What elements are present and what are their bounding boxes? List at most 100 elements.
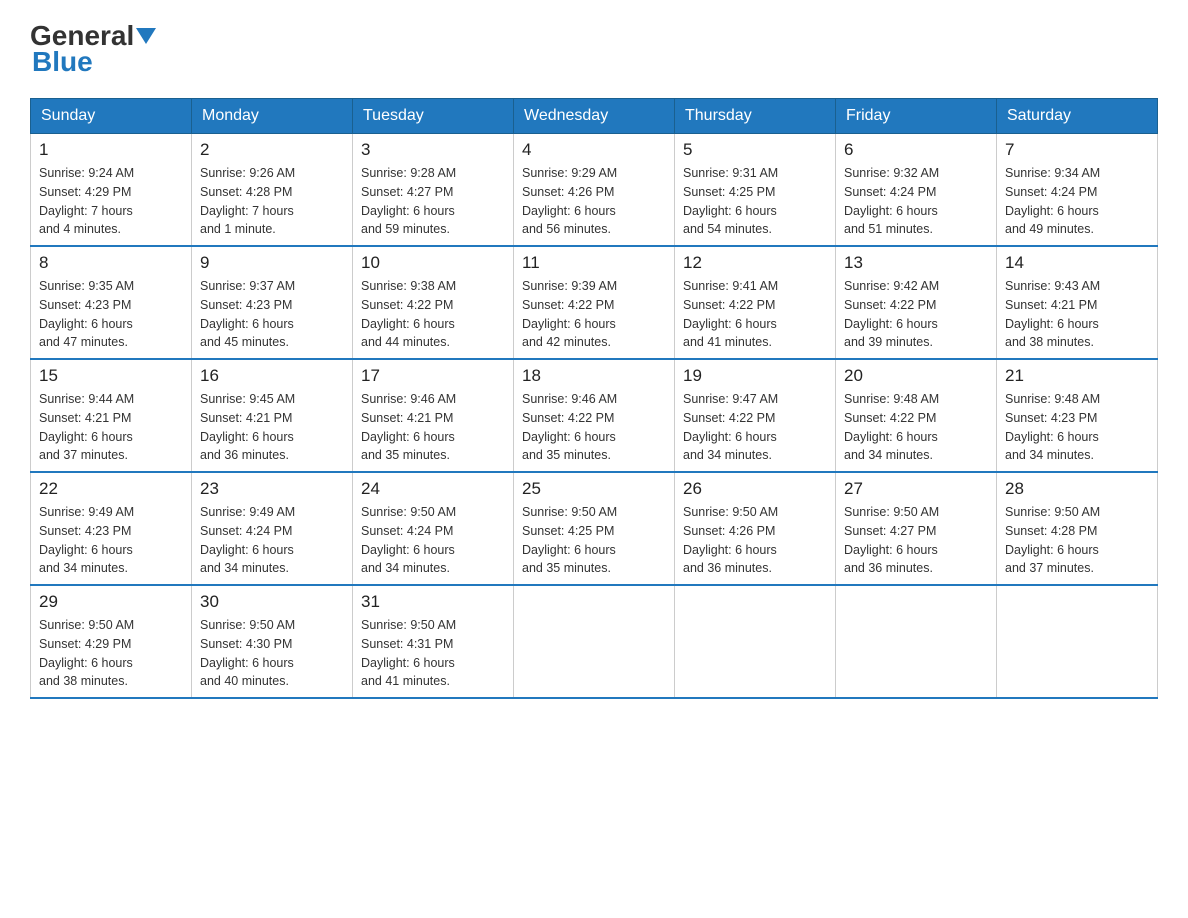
- day-number: 1: [39, 140, 183, 160]
- calendar-cell: 22 Sunrise: 9:49 AMSunset: 4:23 PMDaylig…: [31, 472, 192, 585]
- day-info: Sunrise: 9:50 AMSunset: 4:30 PMDaylight:…: [200, 616, 344, 691]
- calendar-cell: 25 Sunrise: 9:50 AMSunset: 4:25 PMDaylig…: [514, 472, 675, 585]
- day-number: 2: [200, 140, 344, 160]
- day-info: Sunrise: 9:46 AMSunset: 4:22 PMDaylight:…: [522, 390, 666, 465]
- day-info: Sunrise: 9:50 AMSunset: 4:25 PMDaylight:…: [522, 503, 666, 578]
- day-number: 14: [1005, 253, 1149, 273]
- calendar-cell: 11 Sunrise: 9:39 AMSunset: 4:22 PMDaylig…: [514, 246, 675, 359]
- calendar-cell: 6 Sunrise: 9:32 AMSunset: 4:24 PMDayligh…: [836, 134, 997, 247]
- day-number: 29: [39, 592, 183, 612]
- day-number: 7: [1005, 140, 1149, 160]
- header-thursday: Thursday: [675, 99, 836, 134]
- calendar-cell: 26 Sunrise: 9:50 AMSunset: 4:26 PMDaylig…: [675, 472, 836, 585]
- day-number: 20: [844, 366, 988, 386]
- header-tuesday: Tuesday: [353, 99, 514, 134]
- day-info: Sunrise: 9:48 AMSunset: 4:23 PMDaylight:…: [1005, 390, 1149, 465]
- day-info: Sunrise: 9:44 AMSunset: 4:21 PMDaylight:…: [39, 390, 183, 465]
- calendar-cell: 8 Sunrise: 9:35 AMSunset: 4:23 PMDayligh…: [31, 246, 192, 359]
- day-info: Sunrise: 9:49 AMSunset: 4:24 PMDaylight:…: [200, 503, 344, 578]
- header-monday: Monday: [192, 99, 353, 134]
- day-number: 9: [200, 253, 344, 273]
- calendar-cell: 19 Sunrise: 9:47 AMSunset: 4:22 PMDaylig…: [675, 359, 836, 472]
- calendar-cell: 15 Sunrise: 9:44 AMSunset: 4:21 PMDaylig…: [31, 359, 192, 472]
- day-info: Sunrise: 9:45 AMSunset: 4:21 PMDaylight:…: [200, 390, 344, 465]
- calendar-cell: 31 Sunrise: 9:50 AMSunset: 4:31 PMDaylig…: [353, 585, 514, 698]
- day-number: 16: [200, 366, 344, 386]
- logo-blue-text: Blue: [32, 46, 93, 78]
- day-info: Sunrise: 9:47 AMSunset: 4:22 PMDaylight:…: [683, 390, 827, 465]
- calendar-cell: 16 Sunrise: 9:45 AMSunset: 4:21 PMDaylig…: [192, 359, 353, 472]
- week-row-1: 1 Sunrise: 9:24 AMSunset: 4:29 PMDayligh…: [31, 134, 1158, 247]
- day-number: 27: [844, 479, 988, 499]
- calendar-cell: 10 Sunrise: 9:38 AMSunset: 4:22 PMDaylig…: [353, 246, 514, 359]
- day-info: Sunrise: 9:50 AMSunset: 4:29 PMDaylight:…: [39, 616, 183, 691]
- calendar-cell: 17 Sunrise: 9:46 AMSunset: 4:21 PMDaylig…: [353, 359, 514, 472]
- day-number: 19: [683, 366, 827, 386]
- day-info: Sunrise: 9:29 AMSunset: 4:26 PMDaylight:…: [522, 164, 666, 239]
- header-sunday: Sunday: [31, 99, 192, 134]
- day-number: 5: [683, 140, 827, 160]
- calendar-cell: 14 Sunrise: 9:43 AMSunset: 4:21 PMDaylig…: [997, 246, 1158, 359]
- day-number: 22: [39, 479, 183, 499]
- day-number: 26: [683, 479, 827, 499]
- calendar-cell: [997, 585, 1158, 698]
- calendar-cell: 30 Sunrise: 9:50 AMSunset: 4:30 PMDaylig…: [192, 585, 353, 698]
- day-number: 31: [361, 592, 505, 612]
- day-number: 8: [39, 253, 183, 273]
- day-info: Sunrise: 9:38 AMSunset: 4:22 PMDaylight:…: [361, 277, 505, 352]
- calendar-cell: [675, 585, 836, 698]
- calendar-cell: 24 Sunrise: 9:50 AMSunset: 4:24 PMDaylig…: [353, 472, 514, 585]
- calendar-cell: 9 Sunrise: 9:37 AMSunset: 4:23 PMDayligh…: [192, 246, 353, 359]
- day-info: Sunrise: 9:31 AMSunset: 4:25 PMDaylight:…: [683, 164, 827, 239]
- day-number: 10: [361, 253, 505, 273]
- day-number: 28: [1005, 479, 1149, 499]
- day-info: Sunrise: 9:48 AMSunset: 4:22 PMDaylight:…: [844, 390, 988, 465]
- week-row-5: 29 Sunrise: 9:50 AMSunset: 4:29 PMDaylig…: [31, 585, 1158, 698]
- day-info: Sunrise: 9:26 AMSunset: 4:28 PMDaylight:…: [200, 164, 344, 239]
- calendar-cell: [514, 585, 675, 698]
- day-number: 17: [361, 366, 505, 386]
- week-row-4: 22 Sunrise: 9:49 AMSunset: 4:23 PMDaylig…: [31, 472, 1158, 585]
- day-number: 3: [361, 140, 505, 160]
- day-number: 4: [522, 140, 666, 160]
- day-number: 23: [200, 479, 344, 499]
- calendar-cell: 29 Sunrise: 9:50 AMSunset: 4:29 PMDaylig…: [31, 585, 192, 698]
- day-number: 11: [522, 253, 666, 273]
- day-info: Sunrise: 9:50 AMSunset: 4:26 PMDaylight:…: [683, 503, 827, 578]
- calendar-cell: 18 Sunrise: 9:46 AMSunset: 4:22 PMDaylig…: [514, 359, 675, 472]
- day-number: 6: [844, 140, 988, 160]
- week-row-3: 15 Sunrise: 9:44 AMSunset: 4:21 PMDaylig…: [31, 359, 1158, 472]
- day-info: Sunrise: 9:28 AMSunset: 4:27 PMDaylight:…: [361, 164, 505, 239]
- day-info: Sunrise: 9:50 AMSunset: 4:28 PMDaylight:…: [1005, 503, 1149, 578]
- day-info: Sunrise: 9:49 AMSunset: 4:23 PMDaylight:…: [39, 503, 183, 578]
- logo-triangle-icon: [136, 24, 160, 48]
- day-info: Sunrise: 9:50 AMSunset: 4:27 PMDaylight:…: [844, 503, 988, 578]
- calendar-cell: 7 Sunrise: 9:34 AMSunset: 4:24 PMDayligh…: [997, 134, 1158, 247]
- day-number: 25: [522, 479, 666, 499]
- day-number: 30: [200, 592, 344, 612]
- page-header: General Blue: [30, 20, 1158, 78]
- calendar-cell: 23 Sunrise: 9:49 AMSunset: 4:24 PMDaylig…: [192, 472, 353, 585]
- calendar-cell: 27 Sunrise: 9:50 AMSunset: 4:27 PMDaylig…: [836, 472, 997, 585]
- calendar-cell: 12 Sunrise: 9:41 AMSunset: 4:22 PMDaylig…: [675, 246, 836, 359]
- day-number: 12: [683, 253, 827, 273]
- day-info: Sunrise: 9:46 AMSunset: 4:21 PMDaylight:…: [361, 390, 505, 465]
- day-number: 24: [361, 479, 505, 499]
- calendar-table: SundayMondayTuesdayWednesdayThursdayFrid…: [30, 98, 1158, 699]
- day-number: 13: [844, 253, 988, 273]
- calendar-cell: [836, 585, 997, 698]
- day-info: Sunrise: 9:41 AMSunset: 4:22 PMDaylight:…: [683, 277, 827, 352]
- day-info: Sunrise: 9:32 AMSunset: 4:24 PMDaylight:…: [844, 164, 988, 239]
- calendar-cell: 5 Sunrise: 9:31 AMSunset: 4:25 PMDayligh…: [675, 134, 836, 247]
- day-number: 21: [1005, 366, 1149, 386]
- day-info: Sunrise: 9:37 AMSunset: 4:23 PMDaylight:…: [200, 277, 344, 352]
- calendar-cell: 1 Sunrise: 9:24 AMSunset: 4:29 PMDayligh…: [31, 134, 192, 247]
- header-friday: Friday: [836, 99, 997, 134]
- calendar-cell: 21 Sunrise: 9:48 AMSunset: 4:23 PMDaylig…: [997, 359, 1158, 472]
- day-info: Sunrise: 9:50 AMSunset: 4:24 PMDaylight:…: [361, 503, 505, 578]
- header-saturday: Saturday: [997, 99, 1158, 134]
- day-info: Sunrise: 9:43 AMSunset: 4:21 PMDaylight:…: [1005, 277, 1149, 352]
- header-wednesday: Wednesday: [514, 99, 675, 134]
- week-row-2: 8 Sunrise: 9:35 AMSunset: 4:23 PMDayligh…: [31, 246, 1158, 359]
- logo: General Blue: [30, 20, 160, 78]
